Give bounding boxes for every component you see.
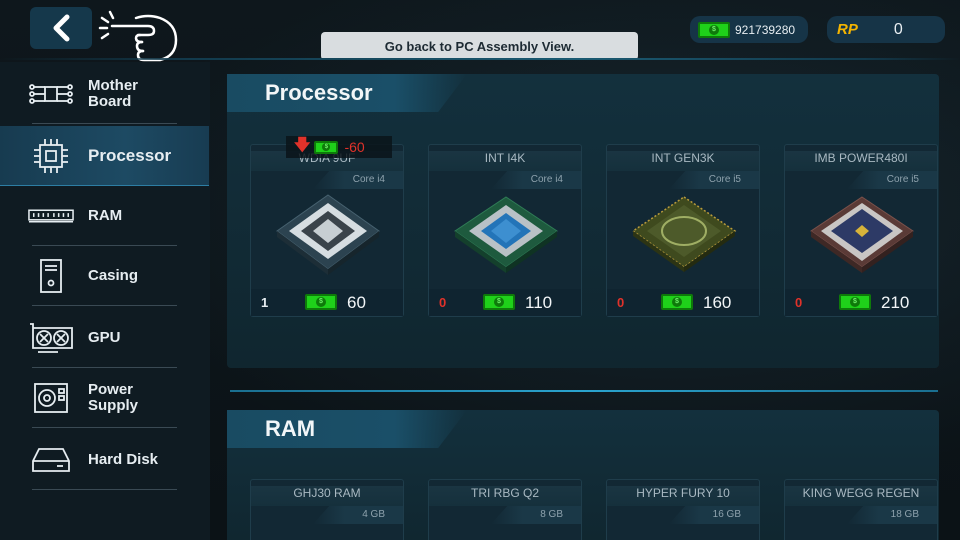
sidebar-item-label: RAM xyxy=(88,207,123,224)
sidebar-item-label: Processor xyxy=(88,145,172,165)
product-tag: 16 GB xyxy=(669,506,759,524)
product-card-processor[interactable]: WDIA 9UF Core i4 1 $ 60 xyxy=(250,144,404,317)
panel-header xyxy=(227,410,467,448)
product-card-ram[interactable]: KING WEGG REGEN 18 GB xyxy=(784,479,938,540)
cash-icon: $ xyxy=(661,294,693,310)
product-name: HYPER FURY 10 xyxy=(607,486,759,506)
owned-quantity: 0 xyxy=(439,295,447,310)
processor-title: Processor xyxy=(265,80,373,105)
gpu-icon xyxy=(28,320,74,356)
product-name: TRI RBG Q2 xyxy=(429,486,581,506)
sidebar-item-motherboard[interactable]: Mother Board xyxy=(0,64,209,124)
category-sidebar: Mother Board Processor RAM Casing GPU Po… xyxy=(0,62,210,540)
product-price: 110 xyxy=(525,292,553,312)
product-card-processor[interactable]: INT GEN3K Core i5 0 $ 160 xyxy=(606,144,760,317)
motherboard-icon xyxy=(28,76,74,112)
money-balance: $ 921739280 xyxy=(690,16,808,43)
sidebar-item-ram[interactable]: RAM xyxy=(0,186,209,246)
cash-icon: $ xyxy=(314,140,339,154)
owned-quantity: 1 xyxy=(261,295,269,310)
cash-icon: $ xyxy=(483,294,515,310)
processor-image xyxy=(631,196,737,272)
card-footer: 1 $ 60 xyxy=(251,289,403,316)
sidebar-separator xyxy=(32,123,177,124)
product-name: GHJ30 RAM xyxy=(251,486,403,506)
processor-image xyxy=(276,194,380,275)
owned-quantity: 0 xyxy=(617,295,625,310)
product-name: KING WEGG REGEN xyxy=(785,486,937,506)
sidebar-item-label: Power Supply xyxy=(88,381,139,414)
sidebar-separator xyxy=(32,489,177,490)
money-value: 921739280 xyxy=(735,22,796,37)
price-change-indicator: 🡇 $ -60 xyxy=(286,136,392,158)
rp-value: 0 xyxy=(893,20,903,38)
product-card-ram[interactable]: HYPER FURY 10 16 GB xyxy=(606,479,760,540)
casing-icon xyxy=(28,258,74,294)
product-name: IMB POWER480I xyxy=(785,151,937,171)
sidebar-item-power-supply[interactable]: Power Supply xyxy=(0,368,209,428)
hard-disk-icon xyxy=(28,442,74,478)
product-price: 60 xyxy=(347,292,366,312)
rp-label: RP xyxy=(837,21,858,38)
product-card-processor[interactable]: INT I4K Core i4 0 $ 110 xyxy=(428,144,582,317)
product-name: INT I4K xyxy=(429,151,581,171)
sidebar-item-hard-disk[interactable]: Hard Disk xyxy=(0,430,209,490)
product-price: 210 xyxy=(881,292,910,312)
ram-icon xyxy=(28,198,74,234)
card-footer: 0 $ 110 xyxy=(429,289,581,316)
ram-title: RAM xyxy=(265,416,316,441)
power-supply-icon xyxy=(28,380,74,416)
sidebar-item-label: Casing xyxy=(88,267,139,284)
cash-icon: $ xyxy=(839,294,871,310)
processor-icon xyxy=(28,138,74,174)
processor-image xyxy=(810,196,914,273)
sidebar-item-label: Mother Board xyxy=(88,77,138,110)
sidebar-item-gpu[interactable]: GPU xyxy=(0,308,209,368)
product-tag: 8 GB xyxy=(491,506,581,524)
product-price: 160 xyxy=(703,292,732,312)
back-button[interactable] xyxy=(30,7,92,49)
header-divider xyxy=(0,58,960,60)
section-divider xyxy=(230,390,938,392)
back-tooltip: Go back to PC Assembly View. xyxy=(321,32,638,60)
product-card-processor[interactable]: IMB POWER480I Core i5 0 $ 210 xyxy=(784,144,938,317)
sidebar-separator xyxy=(32,305,177,306)
cash-icon: $ xyxy=(698,21,730,38)
price-change-value: -60 xyxy=(344,139,365,155)
sidebar-item-label: GPU xyxy=(88,329,121,346)
product-tag: 4 GB xyxy=(313,506,403,524)
product-name: INT GEN3K xyxy=(607,151,759,171)
processor-image xyxy=(454,196,558,273)
chevron-left-icon xyxy=(53,14,70,42)
sidebar-separator xyxy=(32,427,177,428)
product-card-ram[interactable]: TRI RBG Q2 8 GB xyxy=(428,479,582,540)
sidebar-item-processor[interactable]: Processor xyxy=(0,126,209,186)
sidebar-item-casing[interactable]: Casing xyxy=(0,246,209,306)
product-card-ram[interactable]: GHJ30 RAM 4 GB xyxy=(250,479,404,540)
cash-icon: $ xyxy=(305,294,337,310)
arrow-down-icon: 🡇 xyxy=(294,136,311,154)
card-footer: 0 $ 210 xyxy=(785,289,937,316)
sidebar-item-label: Hard Disk xyxy=(88,451,159,468)
product-tag: 18 GB xyxy=(847,506,937,524)
owned-quantity: 0 xyxy=(795,295,803,310)
rp-balance: RP 0 xyxy=(827,16,945,43)
card-footer: 0 $ 160 xyxy=(607,289,759,316)
